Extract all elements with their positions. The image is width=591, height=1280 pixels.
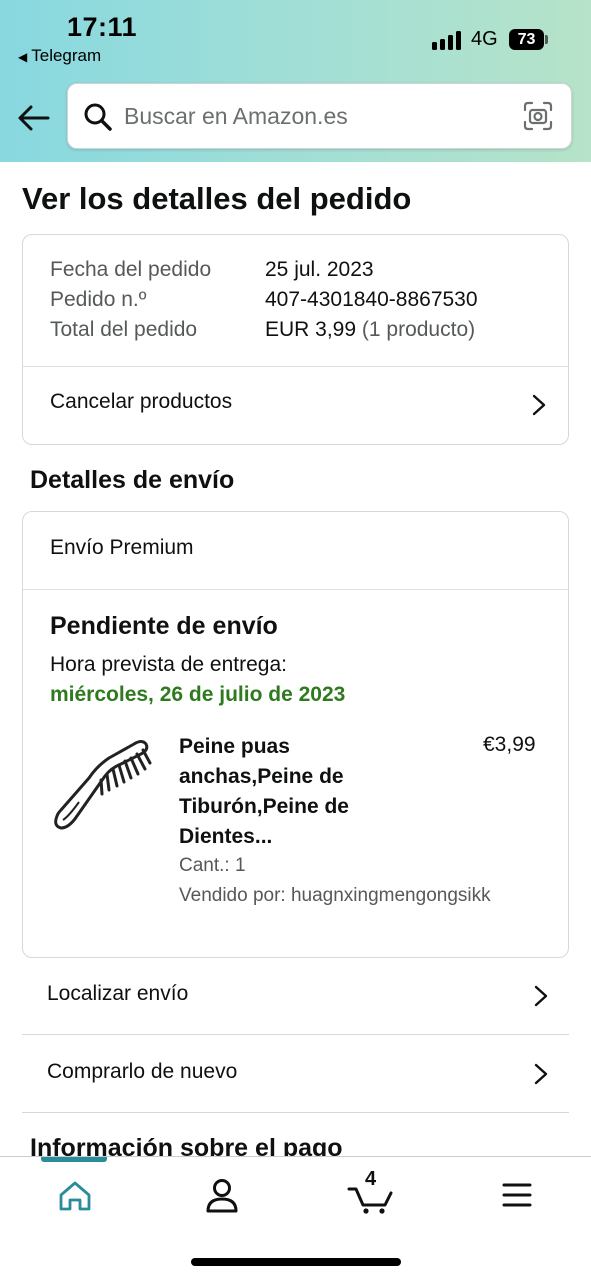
order-summary-card: Fecha del pedido 25 jul. 2023 Pedido n.º… xyxy=(22,234,569,445)
order-total-note: (1 producto) xyxy=(361,318,476,341)
search-icon xyxy=(84,103,112,131)
home-indicator[interactable] xyxy=(191,1258,401,1266)
shipping-method: Envío Premium xyxy=(50,536,194,559)
delivery-eta-date: miércoles, 26 de julio de 2023 xyxy=(50,683,346,706)
status-time: 17:11 xyxy=(67,12,138,42)
shipment-card: Envío Premium Pendiente de envío Hora pr… xyxy=(22,511,569,958)
network-type: 4G xyxy=(471,28,498,50)
back-to-app-link[interactable]: ◀ Telegram xyxy=(18,46,101,66)
search-box[interactable] xyxy=(67,83,572,149)
order-total-value: EUR 3,99 (1 producto) xyxy=(265,318,475,342)
battery-cap xyxy=(545,35,548,44)
divider xyxy=(23,589,568,590)
cart-count-badge: 4 xyxy=(365,1168,377,1190)
chevron-right-icon xyxy=(534,985,548,1007)
shipping-section-title: Detalles de envío xyxy=(30,466,235,494)
order-total-amount: EUR 3,99 xyxy=(265,318,357,341)
product-seller: Vendido por: huagnxingmengongsikk xyxy=(179,885,491,906)
product-title-link[interactable]: Peine puas anchas,Peine de Tiburón,Peine… xyxy=(179,732,419,852)
camera-scan-icon[interactable] xyxy=(522,100,554,132)
track-package-label: Localizar envío xyxy=(47,982,189,1005)
signal-icon xyxy=(432,30,464,50)
home-icon[interactable] xyxy=(45,1175,105,1215)
buy-again-label: Comprarlo de nuevo xyxy=(47,1060,238,1083)
product-price: €3,99 xyxy=(483,733,536,756)
search-input[interactable] xyxy=(124,98,504,134)
order-number-label: Pedido n.º xyxy=(50,288,147,311)
header: 17:11 ◀ Telegram 4G 73 xyxy=(0,0,591,162)
order-total-label: Total del pedido xyxy=(50,318,198,341)
product-quantity: Cant.: 1 xyxy=(179,855,246,876)
order-number-value: 407-4301840-8867530 xyxy=(265,288,478,311)
cancel-products-label: Cancelar productos xyxy=(50,390,233,413)
active-tab-indicator xyxy=(41,1157,107,1162)
page-title: Ver los detalles del pedido xyxy=(22,181,412,216)
menu-icon[interactable] xyxy=(487,1175,547,1215)
buy-again-row[interactable]: Comprarlo de nuevo xyxy=(22,1036,569,1113)
order-date-value: 25 jul. 2023 xyxy=(265,258,374,281)
delivery-eta-label: Hora prevista de entrega: xyxy=(50,653,287,676)
battery-icon: 73 xyxy=(509,29,544,50)
order-date-label: Fecha del pedido xyxy=(50,258,212,281)
comb-icon[interactable] xyxy=(49,736,153,832)
back-triangle-icon: ◀ xyxy=(18,50,28,64)
back-arrow-icon[interactable] xyxy=(16,100,52,136)
account-icon[interactable] xyxy=(192,1175,252,1215)
shipment-status: Pendiente de envío xyxy=(50,612,278,640)
cancel-products-row[interactable]: Cancelar productos xyxy=(23,367,567,443)
chevron-right-icon xyxy=(534,1063,548,1085)
back-app-label: Telegram xyxy=(31,46,102,65)
chevron-right-icon xyxy=(532,394,546,416)
track-package-row[interactable]: Localizar envío xyxy=(22,958,569,1035)
